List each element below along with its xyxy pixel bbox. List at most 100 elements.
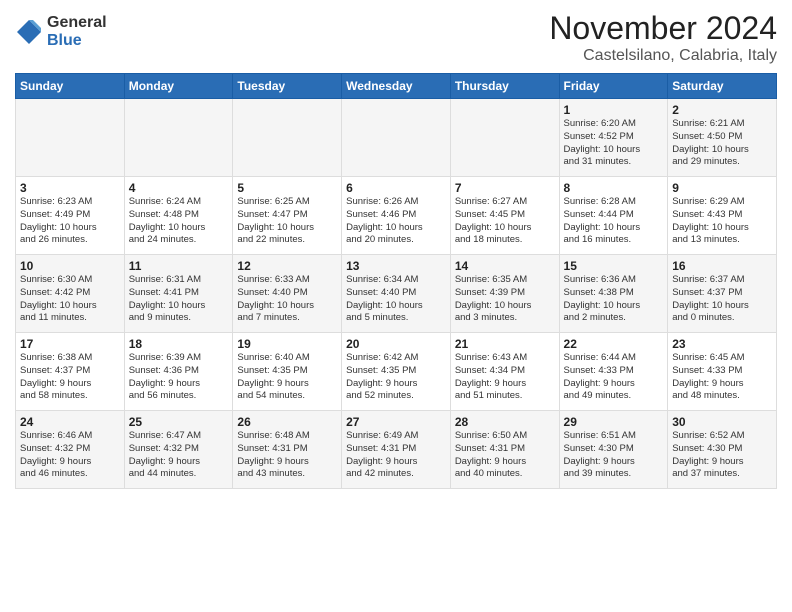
- calendar-cell: 24Sunrise: 6:46 AM Sunset: 4:32 PM Dayli…: [16, 411, 125, 489]
- calendar-week-3: 10Sunrise: 6:30 AM Sunset: 4:42 PM Dayli…: [16, 255, 777, 333]
- day-number: 26: [237, 415, 337, 429]
- calendar-cell: 23Sunrise: 6:45 AM Sunset: 4:33 PM Dayli…: [668, 333, 777, 411]
- day-info: Sunrise: 6:43 AM Sunset: 4:34 PM Dayligh…: [455, 352, 555, 403]
- day-info: Sunrise: 6:46 AM Sunset: 4:32 PM Dayligh…: [20, 430, 120, 481]
- day-info: Sunrise: 6:25 AM Sunset: 4:47 PM Dayligh…: [237, 196, 337, 247]
- day-number: 16: [672, 259, 772, 273]
- day-info: Sunrise: 6:34 AM Sunset: 4:40 PM Dayligh…: [346, 274, 446, 325]
- logo: General Blue: [15, 14, 107, 49]
- day-number: 7: [455, 181, 555, 195]
- day-number: 10: [20, 259, 120, 273]
- day-info: Sunrise: 6:44 AM Sunset: 4:33 PM Dayligh…: [564, 352, 664, 403]
- day-number: 19: [237, 337, 337, 351]
- calendar-cell: [16, 99, 125, 177]
- day-info: Sunrise: 6:51 AM Sunset: 4:30 PM Dayligh…: [564, 430, 664, 481]
- title-block: November 2024 Castelsilano, Calabria, It…: [549, 10, 777, 65]
- col-monday: Monday: [124, 74, 233, 99]
- calendar-cell: 30Sunrise: 6:52 AM Sunset: 4:30 PM Dayli…: [668, 411, 777, 489]
- calendar-cell: 2Sunrise: 6:21 AM Sunset: 4:50 PM Daylig…: [668, 99, 777, 177]
- calendar-week-4: 17Sunrise: 6:38 AM Sunset: 4:37 PM Dayli…: [16, 333, 777, 411]
- calendar-week-5: 24Sunrise: 6:46 AM Sunset: 4:32 PM Dayli…: [16, 411, 777, 489]
- logo-general: General: [47, 14, 107, 32]
- day-info: Sunrise: 6:37 AM Sunset: 4:37 PM Dayligh…: [672, 274, 772, 325]
- day-info: Sunrise: 6:29 AM Sunset: 4:43 PM Dayligh…: [672, 196, 772, 247]
- day-info: Sunrise: 6:20 AM Sunset: 4:52 PM Dayligh…: [564, 118, 664, 169]
- calendar-cell: 9Sunrise: 6:29 AM Sunset: 4:43 PM Daylig…: [668, 177, 777, 255]
- calendar-cell: 7Sunrise: 6:27 AM Sunset: 4:45 PM Daylig…: [450, 177, 559, 255]
- calendar-cell: 18Sunrise: 6:39 AM Sunset: 4:36 PM Dayli…: [124, 333, 233, 411]
- calendar-cell: 29Sunrise: 6:51 AM Sunset: 4:30 PM Dayli…: [559, 411, 668, 489]
- calendar-cell: 19Sunrise: 6:40 AM Sunset: 4:35 PM Dayli…: [233, 333, 342, 411]
- calendar-cell: 26Sunrise: 6:48 AM Sunset: 4:31 PM Dayli…: [233, 411, 342, 489]
- day-number: 4: [129, 181, 229, 195]
- day-number: 25: [129, 415, 229, 429]
- calendar-cell: 28Sunrise: 6:50 AM Sunset: 4:31 PM Dayli…: [450, 411, 559, 489]
- header: General Blue November 2024 Castelsilano,…: [15, 10, 777, 65]
- calendar-cell: 21Sunrise: 6:43 AM Sunset: 4:34 PM Dayli…: [450, 333, 559, 411]
- calendar-week-2: 3Sunrise: 6:23 AM Sunset: 4:49 PM Daylig…: [16, 177, 777, 255]
- day-number: 29: [564, 415, 664, 429]
- day-info: Sunrise: 6:30 AM Sunset: 4:42 PM Dayligh…: [20, 274, 120, 325]
- calendar-cell: [124, 99, 233, 177]
- calendar-header: Sunday Monday Tuesday Wednesday Thursday…: [16, 74, 777, 99]
- day-info: Sunrise: 6:35 AM Sunset: 4:39 PM Dayligh…: [455, 274, 555, 325]
- col-sunday: Sunday: [16, 74, 125, 99]
- calendar-cell: 4Sunrise: 6:24 AM Sunset: 4:48 PM Daylig…: [124, 177, 233, 255]
- day-info: Sunrise: 6:26 AM Sunset: 4:46 PM Dayligh…: [346, 196, 446, 247]
- day-number: 24: [20, 415, 120, 429]
- calendar-cell: 17Sunrise: 6:38 AM Sunset: 4:37 PM Dayli…: [16, 333, 125, 411]
- col-thursday: Thursday: [450, 74, 559, 99]
- day-number: 5: [237, 181, 337, 195]
- day-number: 6: [346, 181, 446, 195]
- day-number: 13: [346, 259, 446, 273]
- logo-blue: Blue: [47, 32, 107, 50]
- calendar-cell: [450, 99, 559, 177]
- calendar-cell: 27Sunrise: 6:49 AM Sunset: 4:31 PM Dayli…: [342, 411, 451, 489]
- day-info: Sunrise: 6:23 AM Sunset: 4:49 PM Dayligh…: [20, 196, 120, 247]
- day-number: 14: [455, 259, 555, 273]
- location-subtitle: Castelsilano, Calabria, Italy: [549, 47, 777, 65]
- day-info: Sunrise: 6:27 AM Sunset: 4:45 PM Dayligh…: [455, 196, 555, 247]
- calendar-cell: 11Sunrise: 6:31 AM Sunset: 4:41 PM Dayli…: [124, 255, 233, 333]
- day-info: Sunrise: 6:52 AM Sunset: 4:30 PM Dayligh…: [672, 430, 772, 481]
- col-saturday: Saturday: [668, 74, 777, 99]
- day-number: 30: [672, 415, 772, 429]
- col-tuesday: Tuesday: [233, 74, 342, 99]
- day-number: 28: [455, 415, 555, 429]
- day-info: Sunrise: 6:48 AM Sunset: 4:31 PM Dayligh…: [237, 430, 337, 481]
- day-number: 11: [129, 259, 229, 273]
- day-number: 27: [346, 415, 446, 429]
- day-number: 2: [672, 103, 772, 117]
- day-number: 18: [129, 337, 229, 351]
- calendar-cell: 13Sunrise: 6:34 AM Sunset: 4:40 PM Dayli…: [342, 255, 451, 333]
- day-info: Sunrise: 6:45 AM Sunset: 4:33 PM Dayligh…: [672, 352, 772, 403]
- calendar-week-1: 1Sunrise: 6:20 AM Sunset: 4:52 PM Daylig…: [16, 99, 777, 177]
- calendar-cell: 25Sunrise: 6:47 AM Sunset: 4:32 PM Dayli…: [124, 411, 233, 489]
- day-number: 23: [672, 337, 772, 351]
- calendar-cell: 3Sunrise: 6:23 AM Sunset: 4:49 PM Daylig…: [16, 177, 125, 255]
- day-info: Sunrise: 6:24 AM Sunset: 4:48 PM Dayligh…: [129, 196, 229, 247]
- day-info: Sunrise: 6:47 AM Sunset: 4:32 PM Dayligh…: [129, 430, 229, 481]
- day-number: 20: [346, 337, 446, 351]
- calendar-cell: 15Sunrise: 6:36 AM Sunset: 4:38 PM Dayli…: [559, 255, 668, 333]
- day-info: Sunrise: 6:38 AM Sunset: 4:37 PM Dayligh…: [20, 352, 120, 403]
- day-info: Sunrise: 6:33 AM Sunset: 4:40 PM Dayligh…: [237, 274, 337, 325]
- logo-icon: [15, 18, 43, 46]
- calendar-cell: 1Sunrise: 6:20 AM Sunset: 4:52 PM Daylig…: [559, 99, 668, 177]
- calendar-cell: 16Sunrise: 6:37 AM Sunset: 4:37 PM Dayli…: [668, 255, 777, 333]
- day-info: Sunrise: 6:50 AM Sunset: 4:31 PM Dayligh…: [455, 430, 555, 481]
- calendar-table: Sunday Monday Tuesday Wednesday Thursday…: [15, 73, 777, 489]
- day-number: 1: [564, 103, 664, 117]
- day-number: 12: [237, 259, 337, 273]
- calendar-cell: 8Sunrise: 6:28 AM Sunset: 4:44 PM Daylig…: [559, 177, 668, 255]
- day-info: Sunrise: 6:42 AM Sunset: 4:35 PM Dayligh…: [346, 352, 446, 403]
- header-row: Sunday Monday Tuesday Wednesday Thursday…: [16, 74, 777, 99]
- day-info: Sunrise: 6:39 AM Sunset: 4:36 PM Dayligh…: [129, 352, 229, 403]
- logo-text: General Blue: [47, 14, 107, 49]
- calendar-cell: 6Sunrise: 6:26 AM Sunset: 4:46 PM Daylig…: [342, 177, 451, 255]
- page-container: General Blue November 2024 Castelsilano,…: [0, 0, 792, 499]
- calendar-cell: 5Sunrise: 6:25 AM Sunset: 4:47 PM Daylig…: [233, 177, 342, 255]
- day-number: 8: [564, 181, 664, 195]
- day-info: Sunrise: 6:31 AM Sunset: 4:41 PM Dayligh…: [129, 274, 229, 325]
- col-wednesday: Wednesday: [342, 74, 451, 99]
